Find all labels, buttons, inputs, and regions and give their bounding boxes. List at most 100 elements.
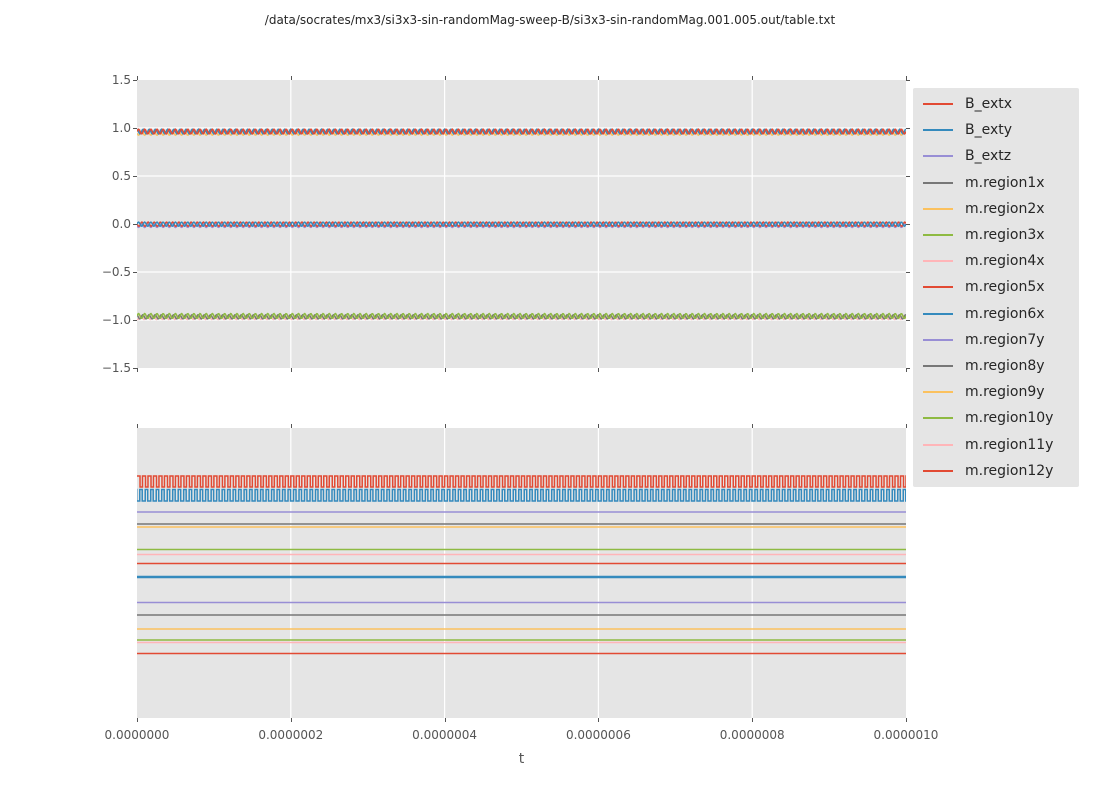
legend: B_extx B_exty B_extz m.region1x m.region2x m.… [913, 88, 1079, 487]
legend-line-sample [923, 417, 953, 419]
y-tick [906, 272, 910, 273]
legend-item: m.region11y [913, 432, 1079, 457]
top-axes [137, 80, 906, 368]
legend-label: m.region11y [965, 437, 1053, 453]
legend-item: m.region7y [913, 327, 1079, 352]
y-tick [133, 80, 137, 81]
x-tick [291, 424, 292, 428]
y-tick-label: 0.5 [61, 168, 131, 184]
legend-item: m.region1x [913, 170, 1079, 195]
series-line-B_exty [137, 489, 906, 501]
y-tick [133, 368, 137, 369]
y-tick [906, 368, 910, 369]
legend-line-sample [923, 391, 953, 393]
legend-label: m.region9y [965, 384, 1045, 400]
legend-item: m.region3x [913, 223, 1079, 248]
legend-item: m.region12y [913, 458, 1079, 483]
x-tick [445, 368, 446, 372]
bottom-axes [137, 428, 906, 718]
legend-label: m.region6x [965, 306, 1045, 322]
legend-line-sample [923, 260, 953, 262]
x-tick [598, 718, 599, 722]
y-tick [133, 320, 137, 321]
legend-line-sample [923, 365, 953, 367]
y-tick-label: 0.0 [61, 216, 131, 232]
y-tick-label: −1.0 [61, 312, 131, 328]
legend-label: B_extx [965, 96, 1012, 112]
y-tick [906, 80, 910, 81]
y-tick [906, 320, 910, 321]
y-tick [906, 128, 910, 129]
legend-line-sample [923, 470, 953, 472]
figure-title: /data/socrates/mx3/si3x3-sin-randomMag-s… [0, 13, 1100, 27]
legend-line-sample [923, 182, 953, 184]
bottom-plot-canvas [137, 428, 906, 718]
y-tick-label: 1.0 [61, 120, 131, 136]
x-tick [137, 368, 138, 372]
x-tick-label: 0.0000002 [231, 728, 351, 742]
x-tick [137, 718, 138, 722]
legend-label: m.region7y [965, 332, 1045, 348]
legend-label: m.region8y [965, 358, 1045, 374]
legend-item: B_extz [913, 144, 1079, 169]
legend-line-sample [923, 444, 953, 446]
legend-label: B_exty [965, 122, 1012, 138]
legend-label: m.region12y [965, 463, 1053, 479]
legend-label: m.region1x [965, 175, 1045, 191]
x-tick [752, 424, 753, 428]
legend-label: m.region4x [965, 253, 1045, 269]
legend-line-sample [923, 155, 953, 157]
figure: /data/socrates/mx3/si3x3-sin-randomMag-s… [0, 0, 1100, 800]
y-tick [133, 272, 137, 273]
x-tick [598, 368, 599, 372]
x-tick-label: 0.0000010 [846, 728, 966, 742]
series-line-B_extx [137, 476, 906, 487]
legend-label: m.region5x [965, 279, 1045, 295]
legend-line-sample [923, 313, 953, 315]
x-tick [137, 76, 138, 80]
x-tick [598, 424, 599, 428]
x-tick [752, 368, 753, 372]
legend-item: m.region4x [913, 249, 1079, 274]
x-tick [291, 718, 292, 722]
x-tick-label: 0.0000004 [385, 728, 505, 742]
x-tick [137, 424, 138, 428]
x-tick [291, 76, 292, 80]
legend-label: m.region10y [965, 410, 1053, 426]
legend-line-sample [923, 286, 953, 288]
y-tick-label: −0.5 [61, 264, 131, 280]
x-tick [445, 76, 446, 80]
x-tick [752, 76, 753, 80]
legend-item: m.region8y [913, 353, 1079, 378]
legend-label: m.region3x [965, 227, 1045, 243]
x-tick [906, 424, 907, 428]
legend-item: B_exty [913, 118, 1079, 143]
x-tick-label: 0.0000006 [538, 728, 658, 742]
legend-item: m.region9y [913, 380, 1079, 405]
y-tick [133, 176, 137, 177]
legend-item: m.region2x [913, 196, 1079, 221]
top-plot-canvas [137, 80, 906, 368]
legend-item: m.region6x [913, 301, 1079, 326]
x-tick [752, 718, 753, 722]
legend-line-sample [923, 234, 953, 236]
x-tick-label: 0.0000000 [77, 728, 197, 742]
legend-item: m.region5x [913, 275, 1079, 300]
legend-line-sample [923, 339, 953, 341]
legend-label: m.region2x [965, 201, 1045, 217]
y-tick [133, 128, 137, 129]
y-tick [133, 224, 137, 225]
legend-line-sample [923, 208, 953, 210]
y-tick [906, 176, 910, 177]
y-tick-label: −1.5 [61, 360, 131, 376]
y-tick-label: 1.5 [61, 72, 131, 88]
x-axis-label: t [137, 751, 906, 767]
legend-line-sample [923, 129, 953, 131]
x-tick [598, 76, 599, 80]
x-tick [906, 718, 907, 722]
legend-item: B_extx [913, 92, 1079, 117]
legend-item: m.region10y [913, 406, 1079, 431]
x-tick [445, 424, 446, 428]
legend-label: B_extz [965, 148, 1011, 164]
x-tick [291, 368, 292, 372]
